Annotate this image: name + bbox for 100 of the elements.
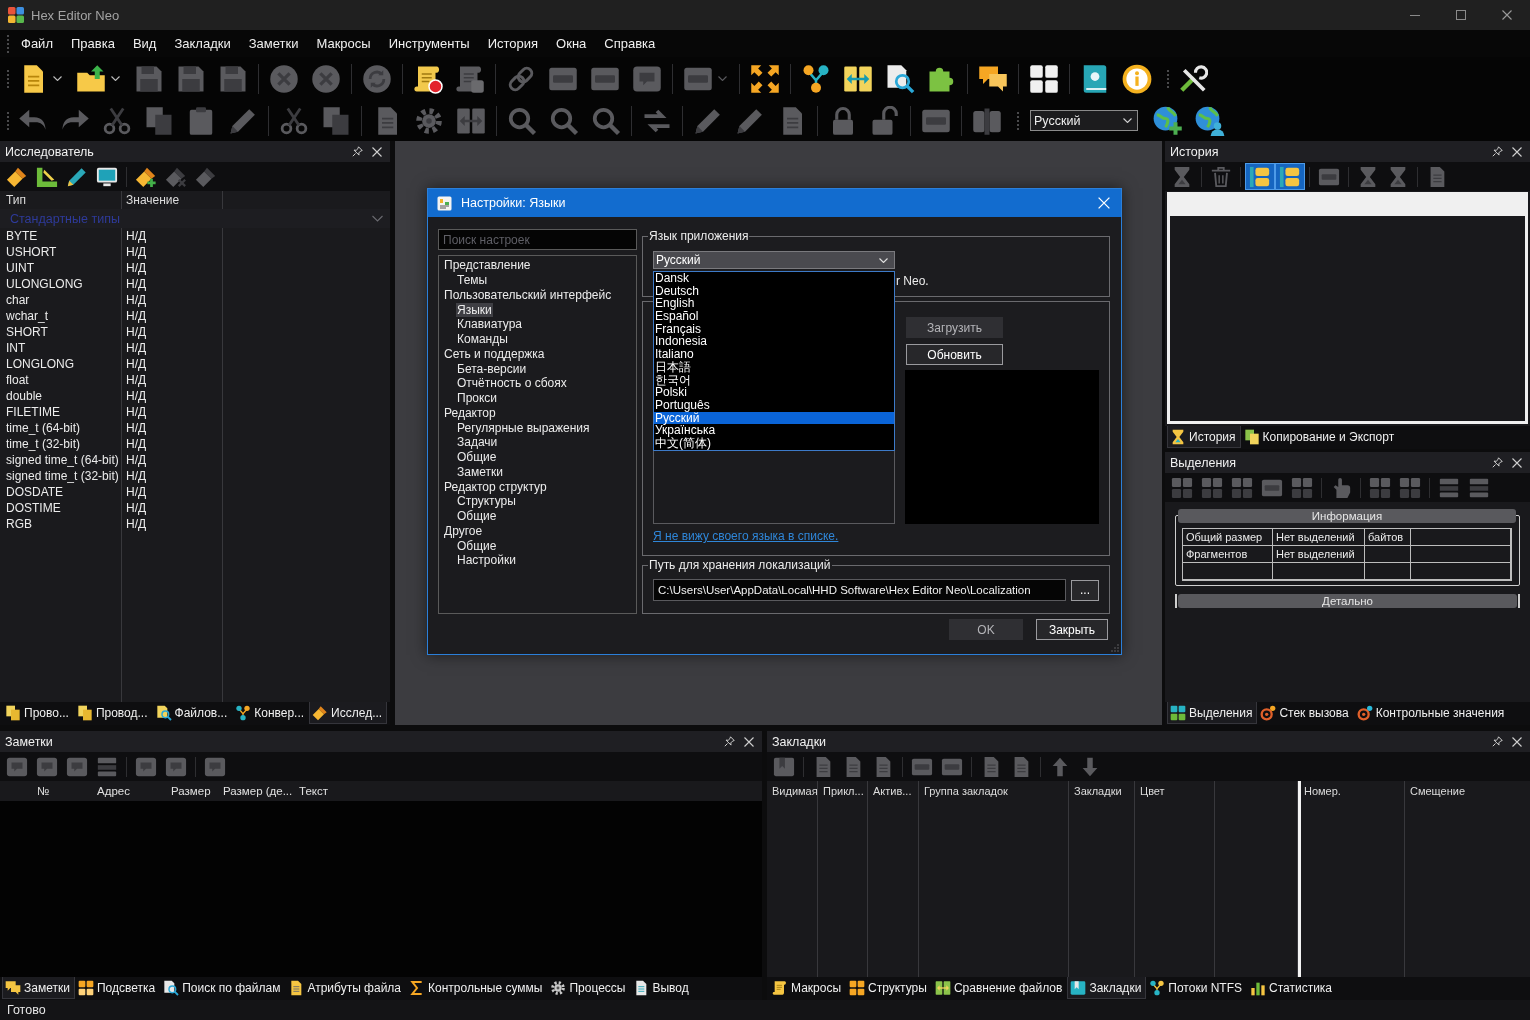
panel-tab[interactable]: Сравнение файлов: [931, 977, 1068, 999]
browse-button[interactable]: ...: [1071, 579, 1099, 601]
column-header[interactable]: Номер.: [1301, 781, 1404, 801]
dropdown-option[interactable]: 中文(简体): [654, 436, 894, 450]
menu-item[interactable]: Справка: [595, 32, 665, 55]
panel-tab[interactable]: Контрольные суммы: [406, 977, 548, 999]
column-header[interactable]: Закладки: [1069, 781, 1134, 801]
column-header[interactable]: Текст: [296, 785, 436, 797]
panel-tab[interactable]: История: [1167, 426, 1241, 448]
dropdown-option[interactable]: Indonesia: [654, 335, 894, 349]
tree-item[interactable]: Редактор: [443, 405, 497, 420]
resize-grip-icon[interactable]: [1110, 643, 1119, 652]
tree-item[interactable]: Сеть и поддержка: [443, 346, 546, 361]
panel-tab[interactable]: Провод...: [73, 702, 153, 724]
column-header[interactable]: Группа закладок: [919, 781, 1068, 801]
panel-tab[interactable]: Статистика: [1247, 977, 1338, 999]
tree-item[interactable]: Редактор структур: [443, 479, 548, 494]
menu-item[interactable]: Правка: [61, 32, 124, 55]
tree-item[interactable]: Бета-версии: [456, 361, 528, 376]
column-header[interactable]: Тип: [0, 193, 121, 207]
toolbar-grip[interactable]: [6, 68, 10, 89]
path-field[interactable]: C:\Users\User\AppData\Local\HHD Software\Hex Editor Neo\Localization: [653, 579, 1066, 601]
panel-tab[interactable]: Поиск по файлам: [160, 977, 286, 999]
dropdown-option[interactable]: Русский: [654, 411, 894, 425]
tree-item[interactable]: Пользовательский интерфейс: [443, 287, 613, 302]
dropdown-option[interactable]: Português: [654, 398, 894, 412]
tree-item[interactable]: Общие: [456, 538, 498, 553]
dropdown-option[interactable]: Deutsch: [654, 284, 894, 298]
language-select[interactable]: Русский: [653, 251, 895, 269]
column-header[interactable]: Адрес: [92, 785, 166, 797]
update-button[interactable]: Обновить: [906, 344, 1003, 365]
column-header[interactable]: Значение: [121, 193, 222, 207]
panel-tab[interactable]: Контрольные значения: [1353, 702, 1510, 724]
panel-tab[interactable]: Файлов...: [152, 702, 233, 724]
column-header[interactable]: Смещение: [1405, 781, 1530, 801]
panel-tab[interactable]: Копирование и Экспорт: [1240, 426, 1400, 448]
dropdown-option[interactable]: Українська: [654, 424, 894, 437]
tree-item[interactable]: Структуры: [456, 494, 517, 509]
menu-item[interactable]: Окна: [547, 32, 596, 55]
dropdown-option[interactable]: 日本語: [654, 360, 894, 374]
dropdown-option[interactable]: English: [654, 297, 894, 311]
tree-item[interactable]: Регулярные выражения: [456, 420, 591, 435]
dropdown-option[interactable]: Español: [654, 310, 894, 323]
column-header[interactable]: Цвет: [1135, 781, 1214, 801]
panel-tab[interactable]: Закладки: [1067, 977, 1147, 999]
panel-tab[interactable]: Подсветка: [74, 977, 161, 999]
section-header[interactable]: Информация: [1178, 509, 1516, 523]
tree-item[interactable]: Темы: [456, 273, 489, 288]
panel-tab[interactable]: Конвер...: [232, 702, 310, 724]
toolbar-grip[interactable]: [6, 33, 10, 54]
toolbar-grip[interactable]: [1016, 110, 1020, 131]
tree-item[interactable]: Заметки: [456, 464, 504, 479]
tree-item[interactable]: Прокси: [456, 391, 499, 406]
toolbar-grip[interactable]: [1166, 68, 1170, 89]
menu-item[interactable]: Заметки: [239, 32, 308, 55]
tree-item[interactable]: Другое: [443, 523, 484, 538]
panel-tab[interactable]: Выделения: [1167, 702, 1258, 724]
tree-item[interactable]: Настройки: [456, 553, 517, 568]
menu-item[interactable]: Закладки: [165, 32, 240, 55]
menu-item[interactable]: Вид: [123, 32, 166, 55]
column-header[interactable]: №: [0, 785, 92, 797]
panel-tab[interactable]: Исслед...: [309, 702, 388, 724]
dropdown-option[interactable]: Italiano: [654, 348, 894, 361]
panel-tab[interactable]: Структуры: [846, 977, 932, 999]
dialog-button[interactable]: Закрыть: [1036, 619, 1108, 640]
tree-item[interactable]: Общие: [456, 450, 498, 465]
section-header[interactable]: Детально: [1178, 594, 1517, 608]
menu-item[interactable]: Файл: [12, 32, 62, 55]
history-list[interactable]: [1167, 192, 1528, 424]
dropdown-option[interactable]: Français: [654, 322, 894, 336]
tree-item[interactable]: Общие: [456, 509, 498, 524]
dropdown-option[interactable]: 한국어: [654, 373, 894, 387]
menu-item[interactable]: История: [478, 32, 548, 55]
panel-tab[interactable]: Прово...: [2, 702, 74, 724]
panel-tab[interactable]: Заметки: [2, 977, 75, 999]
language-select[interactable]: Русский: [1030, 110, 1138, 131]
tree-item[interactable]: Команды: [456, 332, 509, 347]
tree-item[interactable]: Клавиатура: [456, 317, 523, 332]
toolbar-grip[interactable]: [6, 110, 10, 131]
help-link[interactable]: Я не вижу своего языка в списке.: [653, 529, 1099, 543]
dropdown-option[interactable]: Polski: [654, 386, 894, 399]
panel-tab[interactable]: Стек вызова: [1257, 702, 1354, 724]
column-header[interactable]: Видимая: [767, 781, 817, 801]
panel-tab[interactable]: Вывод: [630, 977, 694, 999]
panel-tab[interactable]: Атрибуты файла: [285, 977, 407, 999]
menu-item[interactable]: Инструменты: [379, 32, 479, 55]
column-header[interactable]: Размер (де...: [220, 785, 296, 797]
tree-item[interactable]: Представление: [443, 258, 532, 273]
tree-item[interactable]: Языки: [456, 302, 493, 317]
dropdown-option[interactable]: Dansk: [654, 272, 894, 285]
panel-tab[interactable]: Макросы: [769, 977, 847, 999]
column-header[interactable]: Размер: [166, 785, 220, 797]
tree-item[interactable]: Отчётность о сбоях: [456, 376, 568, 391]
column-header[interactable]: Прикл...: [818, 781, 867, 801]
column-header[interactable]: Актив...: [868, 781, 918, 801]
tree-item[interactable]: Задачи: [456, 435, 499, 450]
panel-tab[interactable]: Процессы: [547, 977, 631, 999]
menu-item[interactable]: Макросы: [307, 32, 380, 55]
search-field[interactable]: Поиск настроек: [438, 229, 637, 250]
panel-tab[interactable]: Потоки NTFS: [1146, 977, 1247, 999]
